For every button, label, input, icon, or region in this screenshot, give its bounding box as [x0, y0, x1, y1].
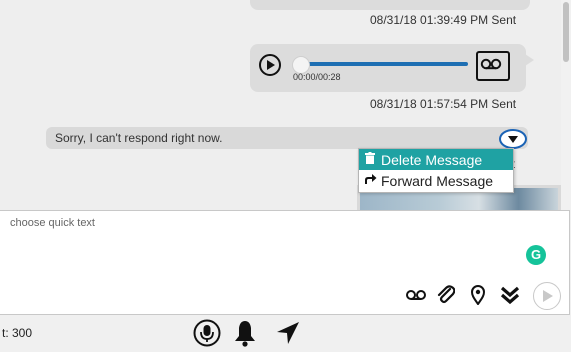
voicemail-icon[interactable]	[476, 51, 510, 81]
location-arrow-icon[interactable]	[273, 319, 301, 347]
bubble-tail	[525, 54, 534, 66]
compose-toolbar	[0, 278, 570, 315]
message-context-menu: Delete Message Forward Message	[358, 148, 514, 193]
message-timestamp: 08/31/18 01:39:49 PM Sent	[370, 13, 517, 27]
message-options-chevron-icon[interactable]	[499, 129, 527, 149]
audio-message-bubble: 00:00/00:28	[250, 44, 526, 92]
quick-text-placeholder[interactable]: choose quick text	[10, 217, 95, 229]
message-timestamp: 08/31/18 01:57:54 PM Sent	[370, 97, 517, 111]
location-pin-icon[interactable]	[467, 284, 489, 306]
incoming-message-bubble: Sorry, I can't respond right now.	[46, 127, 528, 149]
message-bubble-partial	[250, 0, 530, 10]
audio-time: 00:00/00:28	[293, 72, 341, 82]
compose-area[interactable]: choose quick text G	[0, 210, 570, 279]
send-icon[interactable]	[533, 282, 561, 310]
menu-item-label: Forward Message	[381, 172, 494, 189]
menu-item-forward-message[interactable]: Forward Message	[359, 170, 513, 191]
scrollbar[interactable]	[561, 0, 571, 210]
bell-icon[interactable]	[232, 319, 260, 347]
trash-icon	[363, 152, 377, 167]
message-text: Sorry, I can't respond right now.	[55, 131, 223, 145]
character-count: t: 300	[2, 326, 33, 340]
double-chevron-down-icon[interactable]	[499, 284, 521, 306]
forward-icon	[363, 173, 377, 188]
play-icon[interactable]	[259, 54, 281, 76]
microphone-icon[interactable]	[193, 319, 221, 347]
scrollbar-thumb[interactable]	[563, 2, 569, 62]
voicemail-icon[interactable]	[405, 284, 427, 306]
menu-item-label: Delete Message	[381, 151, 483, 168]
audio-progress-track[interactable]	[294, 62, 468, 66]
footer-bar: t: 300	[0, 315, 571, 351]
paperclip-icon[interactable]	[435, 284, 457, 306]
grammarly-icon[interactable]: G	[526, 245, 546, 265]
menu-item-delete-message[interactable]: Delete Message	[359, 149, 513, 170]
message-thread: 08/31/18 01:39:49 PM Sent 00:00/00:28 08…	[0, 0, 571, 210]
